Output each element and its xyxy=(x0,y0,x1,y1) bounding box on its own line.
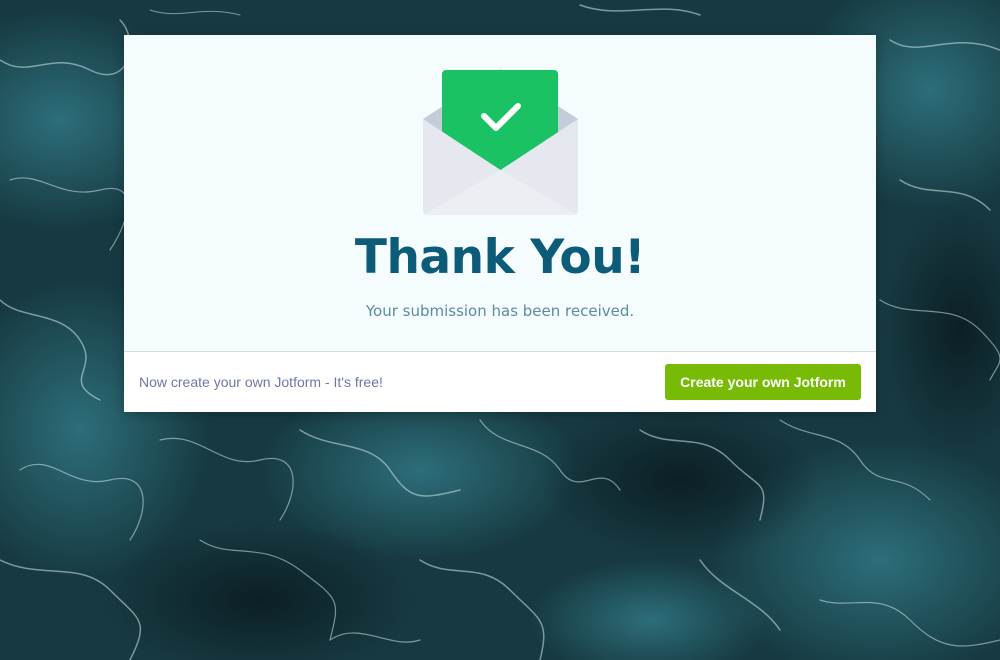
envelope-check-icon xyxy=(423,69,578,215)
create-jotform-button[interactable]: Create your own Jotform xyxy=(665,364,861,400)
thank-you-card: Thank You! Your submission has been rece… xyxy=(124,35,876,412)
submission-confirmation-text: Your submission has been received. xyxy=(365,302,635,320)
promo-text: Now create your own Jotform - It's free! xyxy=(139,374,383,390)
page-title: Thank You! xyxy=(354,230,646,285)
promo-footer: Now create your own Jotform - It's free!… xyxy=(124,351,876,412)
